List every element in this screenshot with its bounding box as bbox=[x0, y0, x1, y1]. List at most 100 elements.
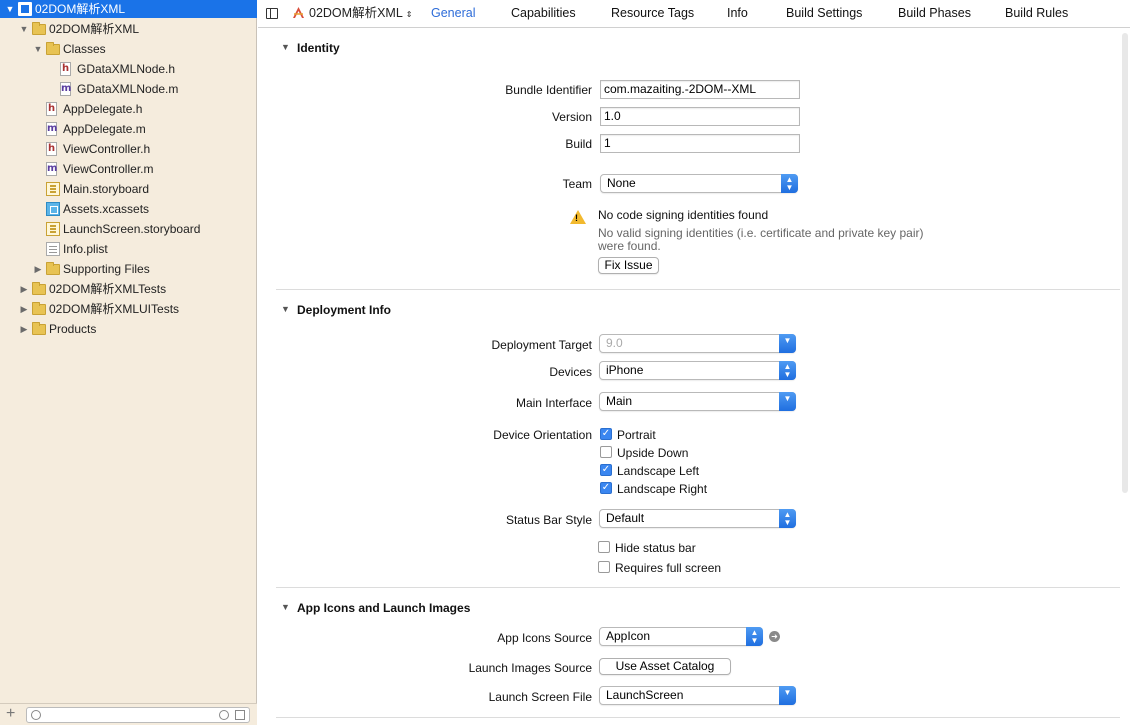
app-icons-source-popup[interactable]: AppIcon ▲ ▼ bbox=[599, 627, 763, 646]
team-popup[interactable]: None ▲ ▼ bbox=[600, 174, 798, 193]
header-file-icon: h bbox=[46, 102, 57, 116]
tab-info[interactable]: Info bbox=[727, 0, 748, 28]
bundle-identifier-label: Bundle Identifier bbox=[505, 83, 592, 97]
folder-icon bbox=[46, 42, 60, 55]
use-asset-catalog-button[interactable]: Use Asset Catalog bbox=[599, 658, 731, 675]
team-value: None bbox=[607, 176, 636, 190]
sidebar-item[interactable]: ▼ 02DOM解析XML bbox=[0, 0, 257, 18]
sidebar-item[interactable]: Info.plist bbox=[0, 239, 257, 259]
disclosure-open-icon[interactable]: ▼ bbox=[18, 19, 30, 39]
combo-down-icon: ▼ bbox=[779, 392, 796, 411]
sidebar-item[interactable]: Main.storyboard bbox=[0, 179, 257, 199]
storyboard-icon bbox=[46, 182, 60, 196]
content-scrollbar[interactable] bbox=[1120, 29, 1130, 499]
orientation-label: Portrait bbox=[617, 428, 656, 442]
editor-tab-bar: 02DOM解析XML ⇕ General Capabilities Resource … bbox=[258, 0, 1130, 28]
app-icons-disclosure-icon[interactable]: ▼ bbox=[281, 602, 290, 612]
section-divider bbox=[276, 717, 1120, 718]
sidebar-item[interactable]: ▶ 02DOM解析XMLTests bbox=[0, 279, 257, 299]
devices-label: Devices bbox=[549, 365, 592, 379]
orientation-checkbox-portrait[interactable]: ✓ bbox=[600, 428, 612, 440]
disclosure-open-icon[interactable]: ▼ bbox=[4, 0, 16, 20]
build-field[interactable]: 1 bbox=[600, 134, 800, 153]
tab-resource-tags[interactable]: Resource Tags bbox=[611, 0, 694, 28]
deployment-section-title: Deployment Info bbox=[297, 303, 392, 317]
warning-detail-line2: were found. bbox=[598, 239, 661, 253]
filter-input[interactable] bbox=[26, 707, 250, 723]
sidebar-item-label: 02DOM解析XML bbox=[49, 22, 140, 36]
fix-issue-button[interactable]: Fix Issue bbox=[598, 257, 659, 274]
sidebar-item-label: 02DOM解析XML bbox=[35, 2, 126, 16]
main-interface-label: Main Interface bbox=[515, 396, 592, 410]
sidebar-item-label: Main.storyboard bbox=[63, 182, 150, 196]
add-file-button[interactable]: + bbox=[6, 705, 15, 723]
go-to-asset-icon[interactable]: ➜ bbox=[769, 631, 780, 642]
launch-images-source-label: Launch Images Source bbox=[468, 661, 592, 675]
orientation-label: Landscape Right bbox=[617, 482, 708, 496]
sidebar-item[interactable]: h ViewController.h bbox=[0, 139, 257, 159]
header-file-icon: h bbox=[46, 142, 57, 156]
deployment-disclosure-icon[interactable]: ▼ bbox=[281, 304, 290, 314]
main-interface-value: Main bbox=[606, 394, 633, 408]
tab-build-phases[interactable]: Build Phases bbox=[898, 0, 971, 28]
bundle-identifier-field[interactable]: com.mazaiting.-2DOM--XML bbox=[600, 80, 800, 99]
sidebar-item[interactable]: m ViewController.m bbox=[0, 159, 257, 179]
source-control-filter-icon[interactable] bbox=[235, 710, 245, 720]
launch-screen-file-label: Launch Screen File bbox=[488, 690, 592, 704]
orientation-checkbox-upside-down[interactable] bbox=[600, 446, 612, 458]
orientation-checkbox-landscape-right[interactable]: ✓ bbox=[600, 482, 612, 494]
disclosure-closed-icon[interactable]: ▶ bbox=[18, 299, 30, 319]
disclosure-closed-icon[interactable]: ▶ bbox=[18, 279, 30, 299]
asset-catalog-icon bbox=[46, 202, 60, 216]
navigator-filter-bar: + bbox=[0, 703, 257, 725]
version-field[interactable]: 1.0 bbox=[600, 107, 800, 126]
sidebar-item[interactable]: LaunchScreen.storyboard bbox=[0, 219, 257, 239]
team-label: Team bbox=[562, 177, 592, 191]
target-name: 02DOM解析XML bbox=[309, 6, 403, 20]
sidebar-item[interactable]: Assets.xcassets bbox=[0, 199, 257, 219]
sidebar-item[interactable]: ▼ 02DOM解析XML bbox=[0, 19, 257, 39]
launch-screen-file-combo[interactable]: LaunchScreen ▼ bbox=[599, 686, 796, 705]
sidebar-item[interactable]: m AppDelegate.m bbox=[0, 119, 257, 139]
tab-build-settings[interactable]: Build Settings bbox=[786, 0, 862, 28]
implementation-file-icon: m bbox=[46, 162, 58, 176]
recent-files-icon[interactable] bbox=[219, 710, 229, 720]
disclosure-open-icon[interactable]: ▼ bbox=[32, 39, 44, 59]
project-icon bbox=[18, 2, 32, 16]
popup-updown-icon: ▲ ▼ bbox=[779, 361, 796, 380]
sidebar-item-label: 02DOM解析XMLUITests bbox=[49, 302, 180, 316]
main-interface-combo[interactable]: Main ▼ bbox=[599, 392, 796, 411]
sidebar-item[interactable]: ▶ 02DOM解析XMLUITests bbox=[0, 299, 257, 319]
hide-project-list-icon[interactable] bbox=[266, 8, 278, 19]
tab-build-rules[interactable]: Build Rules bbox=[1005, 0, 1068, 28]
section-divider bbox=[276, 289, 1120, 290]
sidebar-item-label: AppDelegate.h bbox=[63, 102, 143, 116]
sidebar-item[interactable]: h AppDelegate.h bbox=[0, 99, 257, 119]
requires-full-screen-checkbox[interactable] bbox=[598, 561, 610, 573]
sidebar-item[interactable]: h GDataXMLNode.h bbox=[0, 59, 257, 79]
deployment-target-value: 9.0 bbox=[606, 336, 623, 350]
target-updown-icon: ⇕ bbox=[405, 10, 413, 19]
project-navigator: ▼ 02DOM解析XML ▼ 02DOM解析XML ▼ Classes h GDataXMLN… bbox=[0, 0, 257, 725]
sidebar-item-label: Supporting Files bbox=[63, 262, 150, 276]
status-bar-style-popup[interactable]: Default ▲ ▼ bbox=[599, 509, 796, 528]
tab-general[interactable]: General bbox=[431, 0, 475, 28]
hide-status-bar-checkbox[interactable] bbox=[598, 541, 610, 553]
sidebar-item[interactable]: ▶ Products bbox=[0, 319, 257, 339]
devices-popup[interactable]: iPhone ▲ ▼ bbox=[599, 361, 796, 380]
sidebar-item[interactable]: ▶ Supporting Files bbox=[0, 259, 257, 279]
disclosure-closed-icon[interactable]: ▶ bbox=[18, 319, 30, 339]
tab-capabilities[interactable]: Capabilities bbox=[511, 0, 576, 28]
folder-icon bbox=[46, 262, 60, 275]
sidebar-item-label: ViewController.h bbox=[63, 142, 151, 156]
deployment-target-combo[interactable]: 9.0 ▼ bbox=[599, 334, 796, 353]
orientation-checkbox-landscape-left[interactable]: ✓ bbox=[600, 464, 612, 476]
sidebar-item[interactable]: ▼ Classes bbox=[0, 39, 257, 59]
scrollbar-thumb[interactable] bbox=[1122, 33, 1128, 493]
identity-disclosure-icon[interactable]: ▼ bbox=[281, 42, 290, 52]
disclosure-closed-icon[interactable]: ▶ bbox=[32, 259, 44, 279]
sidebar-item-label: GDataXMLNode.h bbox=[77, 62, 176, 76]
header-file-icon: h bbox=[60, 62, 71, 76]
sidebar-item[interactable]: m GDataXMLNode.m bbox=[0, 79, 257, 99]
target-selector[interactable]: 02DOM解析XML ⇕ bbox=[292, 0, 412, 28]
